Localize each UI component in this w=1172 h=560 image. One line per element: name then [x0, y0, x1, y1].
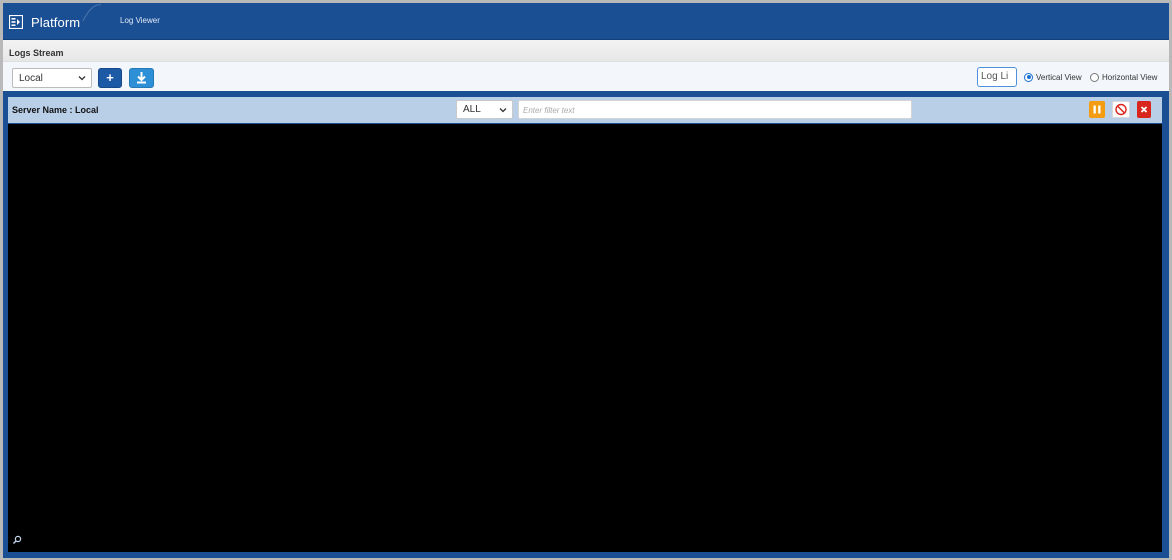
horizontal-view-label: Horizontal View [1102, 72, 1158, 82]
app-window: Platform Log Viewer Logs Stream Local + … [3, 3, 1169, 558]
zoom-icon[interactable] [12, 535, 22, 545]
toolbar: Local + Log Li Vertical View Horizontal … [3, 63, 1169, 91]
server-name-label: Server Name : Local [12, 105, 99, 115]
log-level-select[interactable]: ALL [456, 100, 513, 119]
vertical-view-radio[interactable] [1024, 72, 1033, 82]
pause-icon [1093, 105, 1101, 114]
nav-link-log-viewer[interactable]: Log Viewer [120, 16, 160, 25]
decorative-arc-icon [82, 4, 102, 22]
vertical-view-option[interactable]: Vertical View [1024, 70, 1082, 84]
chevron-down-icon [78, 76, 86, 81]
download-button[interactable] [129, 68, 154, 88]
brand-title: Platform [31, 14, 81, 30]
server-select[interactable]: Local [12, 68, 92, 88]
log-level-value: ALL [463, 104, 481, 115]
log-panel-header: Server Name : Local ALL Enter filter tex… [8, 97, 1162, 123]
brand[interactable]: Platform [8, 12, 81, 32]
clear-icon [1115, 103, 1127, 116]
filter-text-input[interactable]: Enter filter text [518, 100, 912, 119]
pause-button[interactable] [1089, 101, 1105, 118]
horizontal-view-radio[interactable] [1090, 72, 1099, 82]
download-icon [137, 72, 146, 84]
vertical-view-label: Vertical View [1036, 72, 1082, 82]
add-server-button[interactable]: + [98, 68, 122, 88]
log-panel: Server Name : Local ALL Enter filter tex… [3, 91, 1169, 558]
clear-log-button[interactable] [1112, 101, 1130, 118]
platform-logo-icon [8, 14, 24, 30]
log-console[interactable] [8, 124, 1162, 552]
horizontal-view-option[interactable]: Horizontal View [1090, 70, 1157, 84]
section-header: Logs Stream [3, 40, 1169, 62]
server-select-value: Local [19, 73, 43, 84]
page-title: Logs Stream [9, 48, 64, 58]
top-navbar: Platform Log Viewer [3, 3, 1169, 40]
close-icon [1140, 106, 1148, 113]
close-panel-button[interactable] [1137, 101, 1151, 118]
log-lines-input[interactable]: Log Li [977, 67, 1017, 87]
chevron-down-icon [499, 108, 507, 113]
